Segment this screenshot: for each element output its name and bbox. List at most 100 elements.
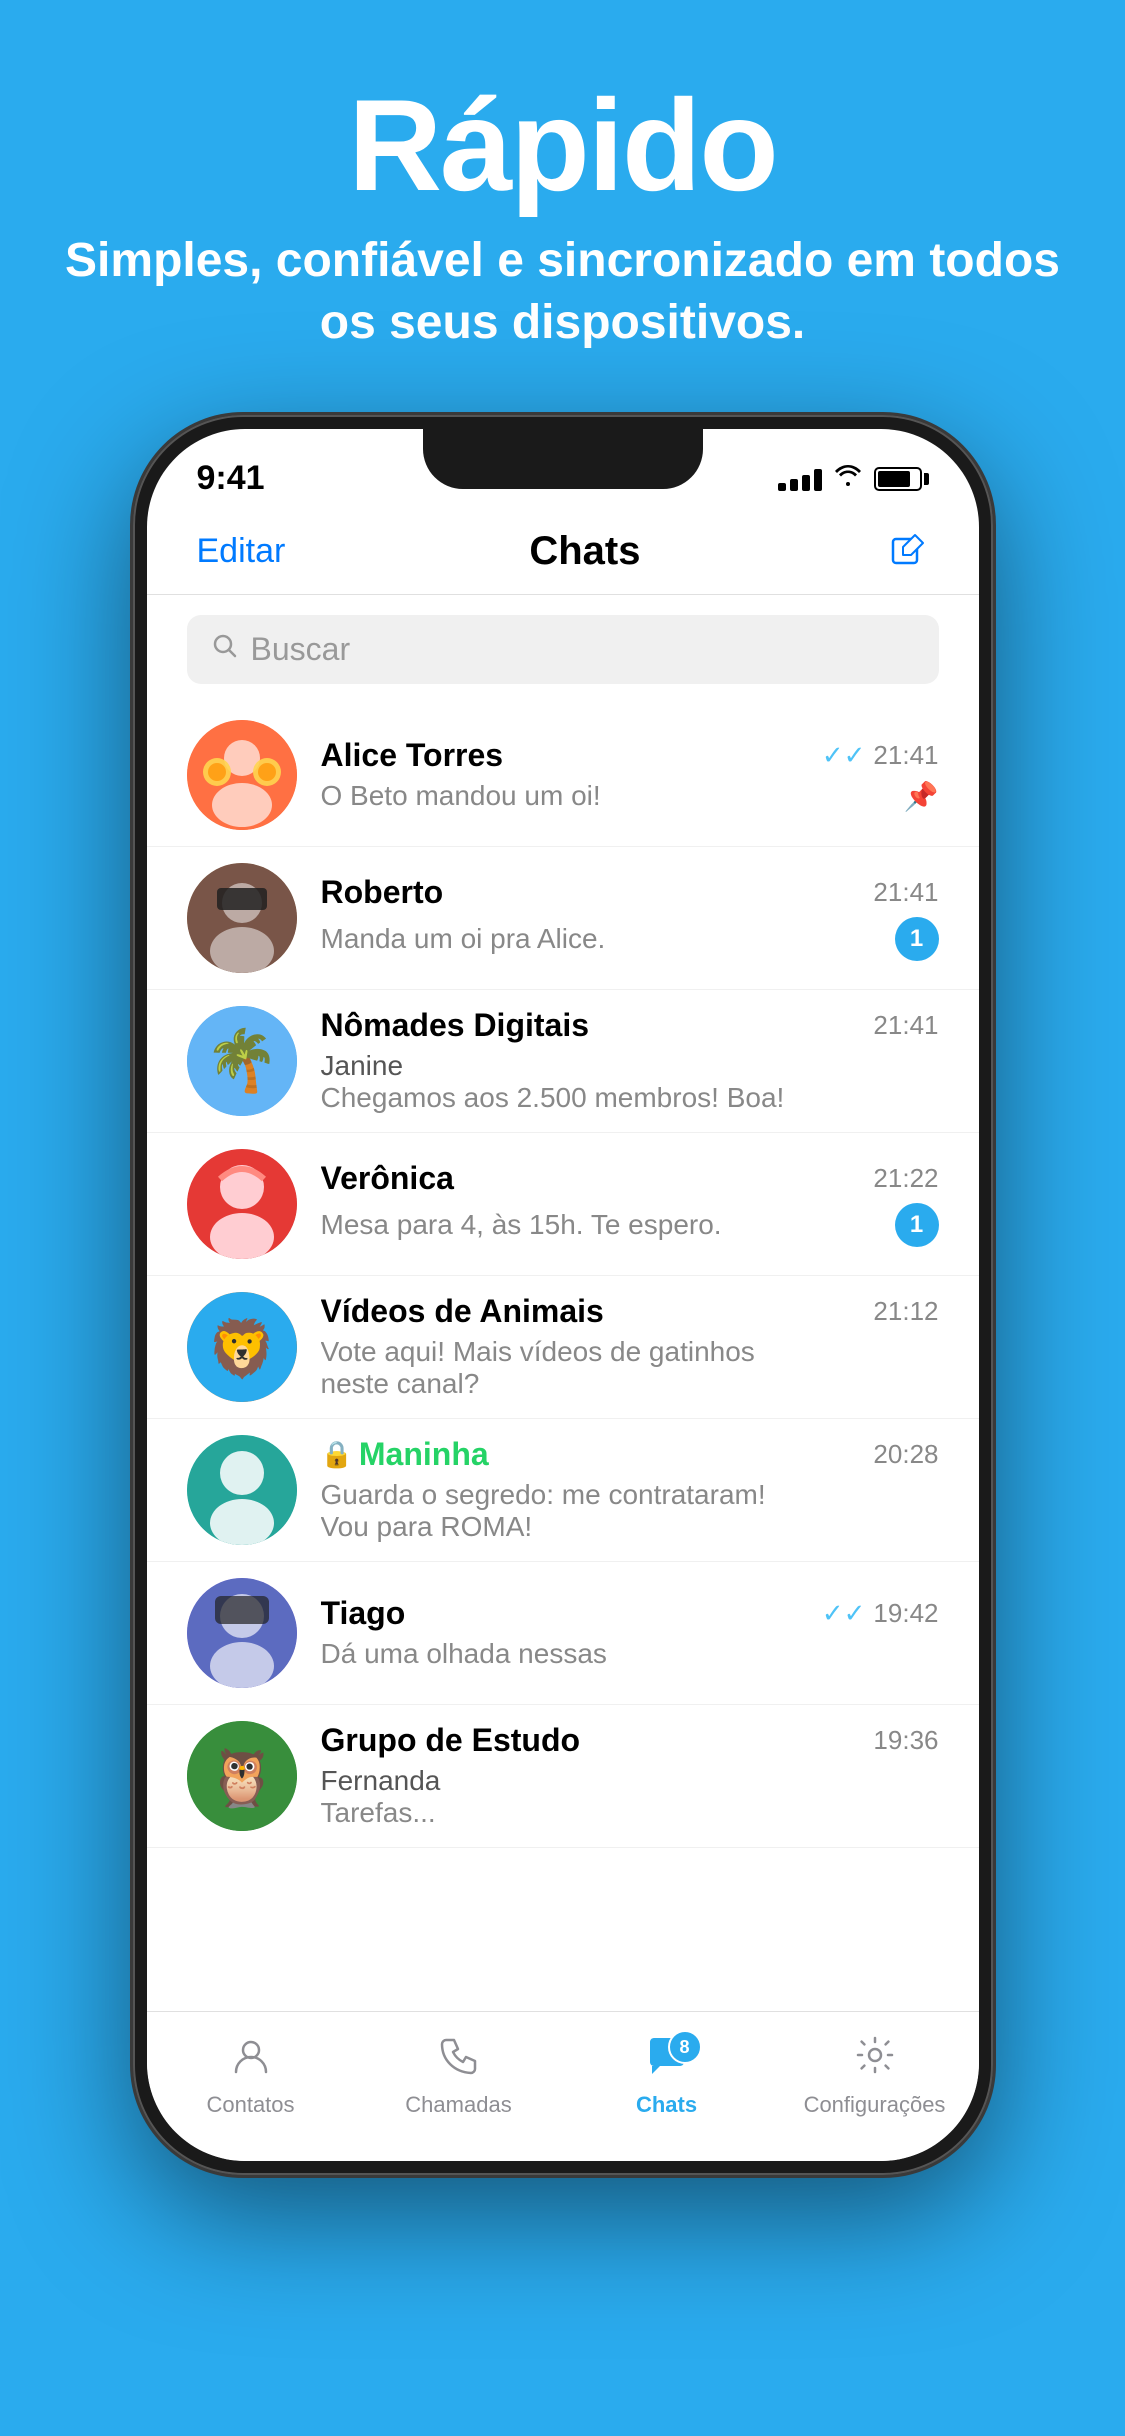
tab-label-chats: Chats bbox=[636, 2092, 697, 2118]
chats-icon: 8 bbox=[646, 2038, 688, 2085]
chat-item-alice[interactable]: Alice Torres ✓✓ 21:41 O Beto mandou um o… bbox=[147, 704, 979, 847]
compose-button[interactable] bbox=[885, 529, 929, 573]
chat-name-alice: Alice Torres bbox=[321, 737, 504, 774]
chat-preview-veronica: Mesa para 4, às 15h. Te espero. bbox=[321, 1209, 722, 1241]
tab-bar: Contatos Chamadas bbox=[147, 2011, 979, 2161]
chat-content-nomades: Nômades Digitais 21:41 Janine Chegamos a… bbox=[321, 1007, 939, 1114]
unread-badge-veronica: 1 bbox=[895, 1203, 939, 1247]
avatar-videos: 🦁 bbox=[187, 1292, 297, 1402]
unread-badge-roberto: 1 bbox=[895, 917, 939, 961]
chat-item-grupo[interactable]: 🦉 Grupo de Estudo 19:36 Fernanda Tarefas… bbox=[147, 1705, 979, 1848]
chat-item-videos[interactable]: 🦁 Vídeos de Animais 21:12 Vote aqui! Mai… bbox=[147, 1276, 979, 1419]
avatar-nomades: 🌴 bbox=[187, 1006, 297, 1116]
status-time: 9:41 bbox=[197, 459, 265, 498]
status-icons bbox=[778, 464, 929, 493]
chat-time-maninha: 20:28 bbox=[873, 1439, 938, 1470]
chat-time-roberto: 21:41 bbox=[873, 877, 938, 908]
avatar-alice bbox=[187, 720, 297, 830]
chat-name-tiago: Tiago bbox=[321, 1595, 406, 1632]
phone-frame: 9:41 bbox=[133, 415, 993, 2175]
chat-item-veronica[interactable]: Verônica 21:22 Mesa para 4, às 15h. Te e… bbox=[147, 1133, 979, 1276]
sender-nomades: Janine bbox=[321, 1050, 404, 1081]
chat-header-roberto: Roberto 21:41 bbox=[321, 874, 939, 911]
avatar-tiago bbox=[187, 1578, 297, 1688]
chat-name-veronica: Verônica bbox=[321, 1160, 454, 1197]
tab-chats[interactable]: 8 Chats bbox=[563, 2034, 771, 2118]
pin-icon-alice: 📌 bbox=[904, 780, 939, 813]
svg-text:🌴: 🌴 bbox=[204, 1026, 279, 1095]
search-placeholder: Buscar bbox=[251, 631, 351, 668]
signal-bar-4 bbox=[814, 469, 822, 491]
chat-header-veronica: Verônica 21:22 bbox=[321, 1160, 939, 1197]
chat-time-nomades: 21:41 bbox=[873, 1010, 938, 1041]
tab-label-calls: Chamadas bbox=[405, 2092, 511, 2118]
tab-contacts[interactable]: Contatos bbox=[147, 2034, 355, 2118]
chat-content-grupo: Grupo de Estudo 19:36 Fernanda Tarefas..… bbox=[321, 1722, 939, 1829]
chat-content-alice: Alice Torres ✓✓ 21:41 O Beto mandou um o… bbox=[321, 737, 939, 813]
chat-header-grupo: Grupo de Estudo 19:36 bbox=[321, 1722, 939, 1759]
chat-time-alice: 21:41 bbox=[873, 740, 938, 771]
chat-time-veronica: 21:22 bbox=[873, 1163, 938, 1194]
chat-time-grupo: 19:36 bbox=[873, 1725, 938, 1756]
signal-bar-2 bbox=[790, 479, 798, 491]
tab-calls[interactable]: Chamadas bbox=[355, 2034, 563, 2118]
chats-title: Chats bbox=[529, 529, 640, 574]
chat-header-maninha: 🔒 Maninha 20:28 bbox=[321, 1436, 939, 1473]
chat-preview-alice: O Beto mandou um oi! bbox=[321, 780, 601, 812]
tab-label-settings: Configurações bbox=[804, 2092, 946, 2118]
chat-item-nomades[interactable]: 🌴 Nômades Digitais 21:41 Janine Chegamos… bbox=[147, 990, 979, 1133]
chat-content-roberto: Roberto 21:41 Manda um oi pra Alice. 1 bbox=[321, 874, 939, 961]
chat-item-roberto[interactable]: Roberto 21:41 Manda um oi pra Alice. 1 bbox=[147, 847, 979, 990]
chat-name-videos: Vídeos de Animais bbox=[321, 1293, 604, 1330]
svg-text:🦉: 🦉 bbox=[207, 1746, 277, 1810]
calls-icon bbox=[438, 2034, 480, 2086]
chat-header-alice: Alice Torres ✓✓ 21:41 bbox=[321, 737, 939, 774]
chats-badge: 8 bbox=[668, 2030, 702, 2064]
compose-icon bbox=[888, 532, 926, 570]
contacts-icon bbox=[230, 2034, 272, 2086]
avatar-roberto bbox=[187, 863, 297, 973]
avatar-veronica bbox=[187, 1149, 297, 1259]
chat-time-tiago: 19:42 bbox=[873, 1598, 938, 1629]
double-check-tiago: ✓✓ bbox=[822, 1598, 866, 1629]
search-icon bbox=[211, 632, 239, 667]
nav-bar: Editar Chats bbox=[147, 509, 979, 595]
chat-preview-maninha-2: Vou para ROMA! bbox=[321, 1511, 533, 1542]
sender-grupo: Fernanda bbox=[321, 1765, 441, 1796]
hero-section: Rápido Simples, confiável e sincronizado… bbox=[0, 0, 1125, 405]
battery-icon bbox=[874, 467, 929, 491]
chat-content-maninha: 🔒 Maninha 20:28 Guarda o segredo: me con… bbox=[321, 1436, 939, 1543]
chat-content-tiago: Tiago ✓✓ 19:42 Dá uma olhada nessas bbox=[321, 1595, 939, 1670]
chat-preview-grupo: Tarefas... bbox=[321, 1797, 436, 1828]
chat-preview-videos-2: neste canal? bbox=[321, 1368, 480, 1399]
signal-bar-1 bbox=[778, 483, 786, 491]
phone-notch bbox=[423, 429, 703, 489]
hero-subtitle: Simples, confiável e sincronizado em tod… bbox=[0, 230, 1125, 355]
tab-label-contacts: Contatos bbox=[206, 2092, 294, 2118]
chat-preview-tiago: Dá uma olhada nessas bbox=[321, 1638, 607, 1669]
signal-icon bbox=[778, 467, 822, 491]
double-check-alice: ✓✓ bbox=[822, 740, 866, 771]
tab-settings[interactable]: Configurações bbox=[771, 2034, 979, 2118]
chats-tab-wrapper: 8 bbox=[646, 2034, 688, 2086]
chat-preview-maninha: Guarda o segredo: me contrataram! bbox=[321, 1479, 766, 1510]
chat-item-maninha[interactable]: 🔒 Maninha 20:28 Guarda o segredo: me con… bbox=[147, 1419, 979, 1562]
chat-name-maninha: Maninha bbox=[359, 1436, 489, 1473]
chat-preview-roberto: Manda um oi pra Alice. bbox=[321, 923, 606, 955]
chat-item-tiago[interactable]: Tiago ✓✓ 19:42 Dá uma olhada nessas bbox=[147, 1562, 979, 1705]
settings-icon bbox=[854, 2034, 896, 2086]
chat-name-grupo: Grupo de Estudo bbox=[321, 1722, 581, 1759]
chat-content-videos: Vídeos de Animais 21:12 Vote aqui! Mais … bbox=[321, 1293, 939, 1400]
svg-text:🦁: 🦁 bbox=[207, 1317, 277, 1381]
chat-preview-nomades: Chegamos aos 2.500 membros! Boa! bbox=[321, 1082, 785, 1113]
lock-icon-maninha: 🔒 bbox=[321, 1439, 353, 1470]
chat-preview-videos: Vote aqui! Mais vídeos de gatinhos bbox=[321, 1336, 755, 1367]
chat-header-nomades: Nômades Digitais 21:41 bbox=[321, 1007, 939, 1044]
search-bar[interactable]: Buscar bbox=[187, 615, 939, 684]
edit-button[interactable]: Editar bbox=[197, 532, 286, 571]
chat-header-videos: Vídeos de Animais 21:12 bbox=[321, 1293, 939, 1330]
chat-name-nomades: Nômades Digitais bbox=[321, 1007, 590, 1044]
wifi-icon bbox=[834, 464, 862, 493]
chat-list: Alice Torres ✓✓ 21:41 O Beto mandou um o… bbox=[147, 704, 979, 1848]
phone-screen: 9:41 bbox=[147, 429, 979, 2161]
